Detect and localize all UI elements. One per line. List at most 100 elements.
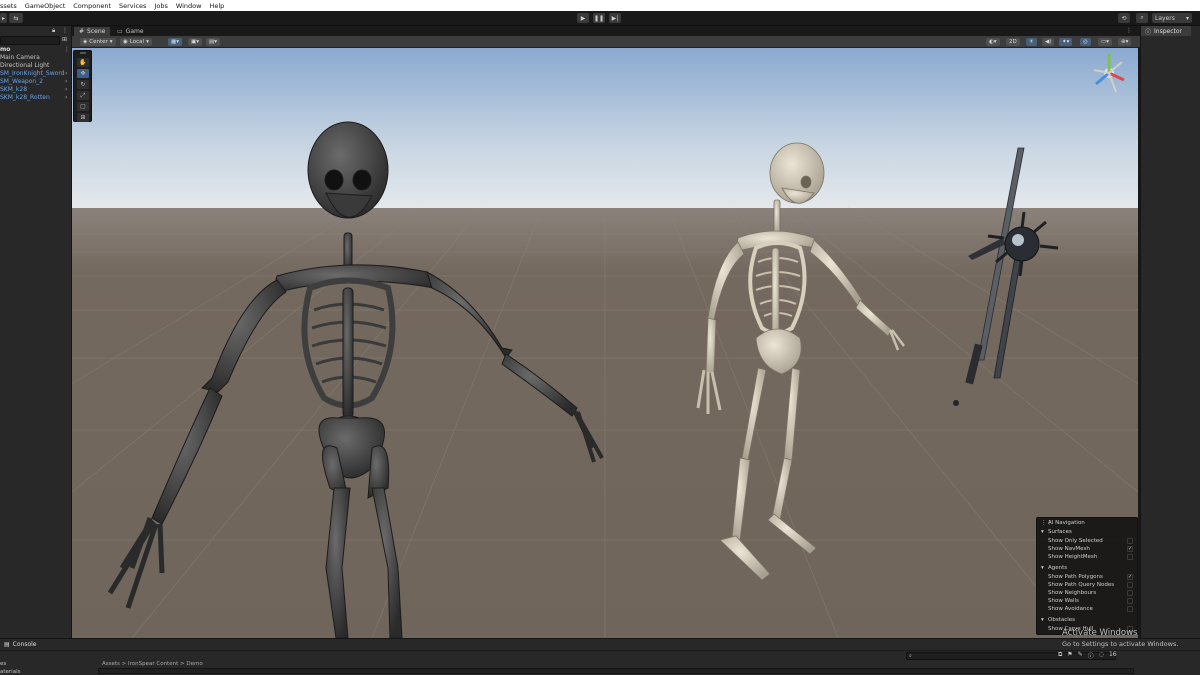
toggle-2d-button[interactable]: 2D bbox=[1006, 38, 1020, 46]
option-show-path-query-nodes[interactable]: Show Path Query Nodes bbox=[1037, 581, 1137, 589]
checkbox[interactable] bbox=[1127, 606, 1133, 612]
play-icon[interactable]: ▶ bbox=[577, 13, 589, 23]
horizontal-scrollbar[interactable] bbox=[98, 668, 1134, 674]
rotate-tool-icon[interactable]: ↻ bbox=[77, 80, 89, 89]
palette-handle[interactable] bbox=[80, 52, 86, 54]
lock-icon[interactable]: 🔒︎ bbox=[52, 27, 55, 35]
hierarchy-item-sword[interactable]: SM_IronKnight_Sword bbox=[0, 70, 65, 78]
menu-assets[interactable]: ssets bbox=[0, 2, 17, 10]
pivot-toggle[interactable]: ◈ Center ▾ bbox=[80, 38, 116, 46]
option-label: Show NavMesh bbox=[1048, 546, 1090, 552]
hierarchy-item-weapon[interactable]: SM_Weapon_2 bbox=[0, 78, 43, 86]
scene-menu-icon[interactable]: ⋮ bbox=[64, 46, 70, 53]
breadcrumb[interactable]: Assets > IronSpear Content > Demo bbox=[102, 661, 203, 667]
tab-inspector[interactable]: ⓘ Inspector bbox=[1141, 26, 1191, 36]
folder-item[interactable]: aterials bbox=[0, 668, 20, 675]
scene-tab-bar: # Scene ▭ Game ⋮ bbox=[72, 26, 1140, 36]
step-icon[interactable]: ▶| bbox=[609, 13, 621, 23]
scene-viewport[interactable] bbox=[72, 48, 1138, 638]
tab-inspector-label: Inspector bbox=[1154, 27, 1183, 35]
menu-help[interactable]: Help bbox=[209, 2, 224, 10]
option-show-only-selected[interactable]: Show Only Selected bbox=[1037, 537, 1137, 545]
asset-icon[interactable]: ⧉ bbox=[1058, 651, 1062, 660]
more-icon[interactable]: ⋮ bbox=[62, 27, 68, 34]
option-show-navmesh[interactable]: Show NavMesh ✓ bbox=[1037, 545, 1137, 553]
section-agents[interactable]: ▾ Agents bbox=[1037, 564, 1137, 572]
ai-navigation-header[interactable]: ⋮⋮ AI Navigation bbox=[1037, 519, 1137, 527]
mode-2d-label: 2D bbox=[1009, 39, 1017, 45]
hidden-objects-icon[interactable]: ◎ bbox=[1080, 38, 1091, 46]
grid-snap-button[interactable]: ▦▾ bbox=[168, 38, 182, 46]
layers-dropdown[interactable]: Layers ▾ bbox=[1152, 13, 1192, 23]
checkbox[interactable] bbox=[1127, 582, 1133, 588]
effects-toggle-icon[interactable]: ✦▾ bbox=[1059, 38, 1073, 46]
chevron-down-icon: ▾ bbox=[146, 39, 149, 45]
checkbox-checked[interactable]: ✓ bbox=[1127, 574, 1133, 580]
info-icon[interactable]: ⓘ bbox=[1088, 651, 1094, 660]
checkbox-checked[interactable]: ✓ bbox=[1127, 546, 1133, 552]
hand-tool-icon[interactable]: ✋ bbox=[77, 58, 89, 67]
collab-icon[interactable]: ⇆ bbox=[9, 13, 23, 23]
hierarchy-item-main-camera[interactable]: Main Camera bbox=[0, 54, 40, 62]
option-show-walls[interactable]: Show Walls bbox=[1037, 597, 1137, 605]
checkbox[interactable] bbox=[1127, 598, 1133, 604]
pause-icon[interactable]: ❚❚ bbox=[593, 13, 605, 23]
lighting-toggle-icon[interactable]: ☀ bbox=[1026, 38, 1037, 46]
hierarchy-item-skm-k28[interactable]: SKM_k28 bbox=[0, 86, 27, 94]
activate-windows-watermark: Activate Windows Go to Settings to activ… bbox=[1062, 628, 1178, 650]
option-label: Show Avoidance bbox=[1048, 606, 1093, 612]
pen-icon[interactable]: ✎ bbox=[1078, 651, 1083, 660]
space-toggle[interactable]: ◉ Local ▾ bbox=[120, 38, 152, 46]
ai-navigation-overlay: ⋮⋮ AI Navigation ▾ Surfaces Show Only Se… bbox=[1036, 517, 1138, 635]
search-icon[interactable]: ⌕ bbox=[1136, 13, 1148, 23]
account-button[interactable]: ▸ bbox=[0, 13, 7, 23]
menu-gameobject[interactable]: GameObject bbox=[25, 2, 66, 10]
menu-services[interactable]: Services bbox=[119, 2, 146, 10]
tab-game[interactable]: ▭ Game bbox=[112, 27, 149, 36]
hierarchy-item-directional-light[interactable]: Directional Light bbox=[0, 62, 49, 70]
option-show-heightmesh[interactable]: Show HeightMesh bbox=[1037, 553, 1137, 561]
pivot-icon: ◈ bbox=[83, 39, 88, 45]
expand-arrows[interactable]: › › › › bbox=[65, 70, 67, 102]
hierarchy-search-input[interactable] bbox=[0, 36, 60, 45]
audio-toggle-icon[interactable]: ◀) bbox=[1042, 38, 1055, 46]
tab-scene[interactable]: # Scene bbox=[74, 27, 111, 36]
tab-console[interactable]: ▤ Console bbox=[0, 640, 37, 649]
rect-tool-icon[interactable]: ▢ bbox=[77, 102, 89, 111]
game-icon: ▭ bbox=[117, 28, 123, 35]
checkbox[interactable] bbox=[1127, 590, 1133, 596]
menu-component[interactable]: Component bbox=[73, 2, 111, 10]
snap-increment-button[interactable]: ▣▾ bbox=[188, 38, 202, 46]
grid-visibility-button[interactable]: ▤▾ bbox=[206, 38, 220, 46]
camera-settings-icon[interactable]: ▭▾ bbox=[1098, 38, 1112, 46]
hierarchy-panel: 🔒︎ ⋮ ⊞ mo ⋮ Main Camera Directional Ligh… bbox=[0, 26, 72, 638]
hierarchy-item-skm-k28-rotten[interactable]: SKM_k28_Rotten bbox=[0, 94, 50, 102]
count-badge: 16 bbox=[1108, 651, 1117, 658]
add-icon[interactable]: ⊞ bbox=[62, 36, 67, 43]
menu-window[interactable]: Window bbox=[176, 2, 202, 10]
option-show-neighbours[interactable]: Show Neighbours bbox=[1037, 589, 1137, 597]
draw-mode-button[interactable]: ◐▾ bbox=[986, 38, 1000, 46]
option-show-avoidance[interactable]: Show Avoidance bbox=[1037, 605, 1137, 613]
transform-tool-icon[interactable]: ⊞ bbox=[77, 113, 89, 122]
history-icon[interactable]: ⟲ bbox=[1118, 13, 1130, 23]
scene-root-label[interactable]: mo bbox=[0, 46, 10, 54]
chevron-down-icon: ▾ bbox=[1041, 529, 1044, 535]
tab-menu-icon[interactable]: ⋮ bbox=[1126, 27, 1132, 34]
section-obstacles-label: Obstacles bbox=[1048, 617, 1076, 623]
folder-item[interactable]: es bbox=[0, 660, 20, 668]
label-icon[interactable]: ⚑ bbox=[1067, 651, 1072, 660]
section-obstacles[interactable]: ▾ Obstacles bbox=[1037, 616, 1137, 624]
scene-toolbar: ◈ Center ▾ ◉ Local ▾ ▦▾ ▣▾ ▤▾ ◐▾ 2D ☀ ◀)… bbox=[72, 36, 1140, 48]
checkbox[interactable] bbox=[1127, 538, 1133, 544]
hidden-icon[interactable]: ◌ bbox=[1099, 651, 1104, 660]
option-label: Show Walls bbox=[1048, 598, 1079, 604]
section-surfaces[interactable]: ▾ Surfaces bbox=[1037, 528, 1137, 536]
gizmos-icon[interactable]: ⊕▾ bbox=[1118, 38, 1132, 46]
move-tool-icon[interactable]: ✥ bbox=[77, 69, 89, 78]
checkbox[interactable] bbox=[1127, 554, 1133, 560]
menu-jobs[interactable]: Jobs bbox=[154, 2, 167, 10]
unity-editor-window: ssets GameObject Component Services Jobs… bbox=[0, 0, 1200, 675]
scale-tool-icon[interactable]: ⤢ bbox=[77, 91, 89, 100]
option-show-path-polygons[interactable]: Show Path Polygons ✓ bbox=[1037, 573, 1137, 581]
